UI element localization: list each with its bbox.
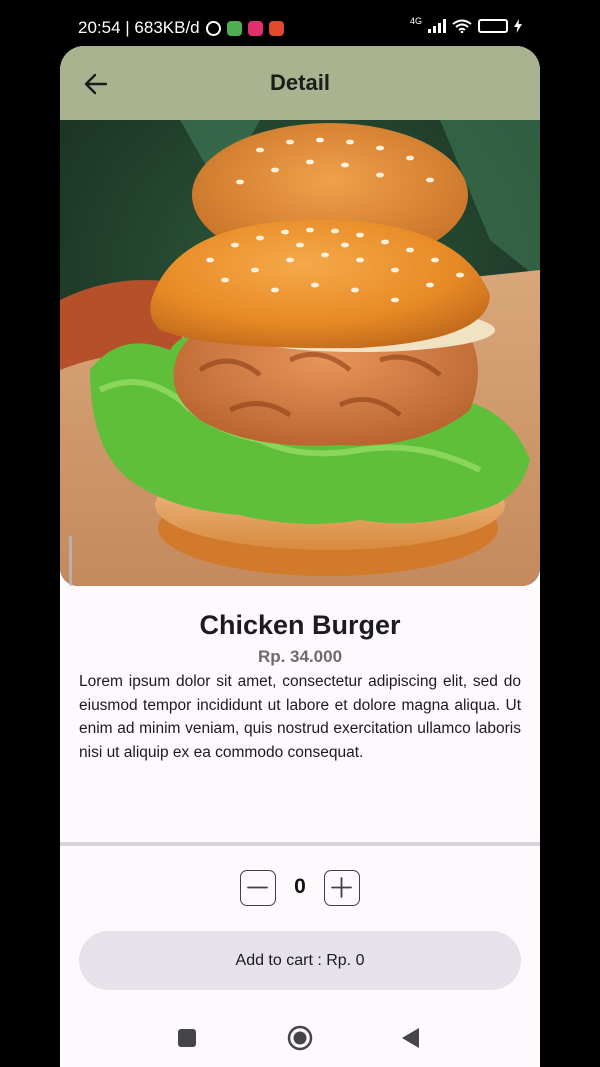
minus-icon — [247, 886, 268, 889]
quantity-stepper: 0 — [240, 870, 360, 906]
product-image — [60, 120, 540, 586]
signal-icon — [428, 19, 446, 33]
battery-level: 87 — [495, 21, 506, 31]
battery-icon: 87 — [478, 19, 508, 33]
plus-icon — [331, 877, 352, 898]
increase-quantity-button[interactable] — [324, 870, 360, 906]
app-screen: Detail Chicken Burger Rp. 34.000 Lorem i… — [60, 46, 540, 1067]
home-circle-icon — [287, 1025, 313, 1051]
app-bar: Detail — [60, 46, 540, 120]
app-notification-icon — [268, 20, 284, 36]
recents-square-icon — [178, 1029, 196, 1047]
home-button[interactable] — [286, 1024, 314, 1052]
add-to-cart-label: Add to cart : Rp. 0 — [235, 951, 365, 969]
charging-icon — [514, 19, 522, 33]
page-title: Detail — [270, 70, 330, 95]
recents-button[interactable] — [173, 1024, 201, 1052]
product-description: Lorem ipsum dolor sit amet, consectetur … — [79, 673, 521, 761]
back-triangle-icon — [402, 1028, 419, 1048]
quantity-value: 0 — [294, 875, 306, 898]
alarm-icon — [205, 20, 221, 36]
status-time-speed: 20:54 | 683KB/d — [78, 18, 200, 37]
product-name: Chicken Burger — [199, 610, 401, 640]
status-left: 20:54 | 683KB/d — [78, 18, 284, 38]
wifi-icon — [452, 19, 472, 33]
chicken-burger-photo — [60, 120, 540, 586]
product-price: Rp. 34.000 — [257, 647, 343, 666]
system-nav-bar — [60, 1006, 540, 1067]
network-type-label: 4G — [409, 15, 422, 26]
instagram-icon — [247, 20, 263, 36]
status-right: 4G 87 — [409, 15, 522, 33]
app-notification-icon — [226, 20, 242, 36]
product-details: Chicken Burger Rp. 34.000 Lorem ipsum do… — [60, 586, 540, 842]
add-to-cart-button[interactable]: Add to cart : Rp. 0 — [79, 931, 521, 990]
system-back-button[interactable] — [397, 1024, 425, 1052]
decrease-quantity-button[interactable] — [240, 870, 276, 906]
